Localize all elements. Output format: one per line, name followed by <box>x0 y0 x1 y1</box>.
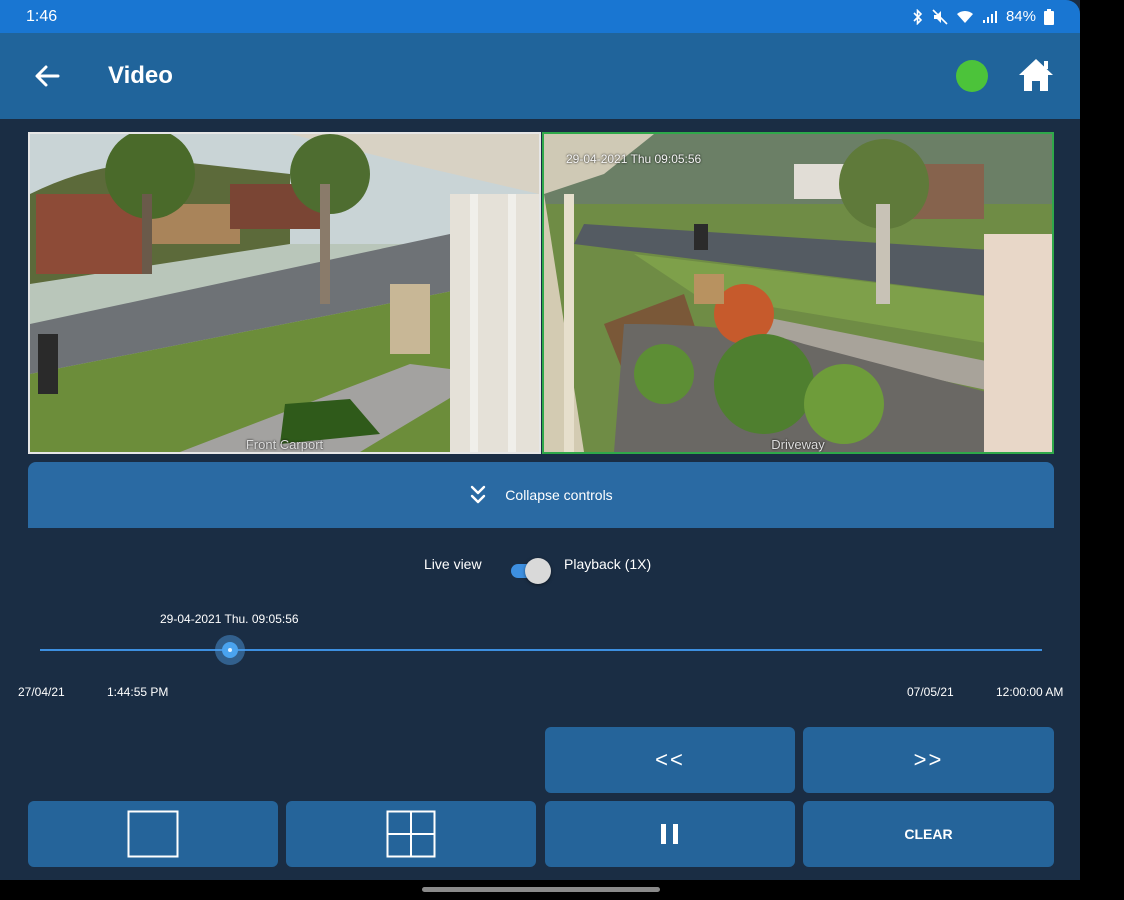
status-icons: 84% <box>912 8 1054 25</box>
range-end-date: 07/05/21 <box>907 685 954 699</box>
fast-forward-label: >> <box>913 747 944 772</box>
camera-view-driveway[interactable]: 29-04-2021 Thu 09:05:56 Driveway <box>542 132 1054 454</box>
pause-icon <box>661 824 678 844</box>
timeline-slider-fill <box>40 649 1042 651</box>
rewind-label: << <box>655 747 685 772</box>
toggle-knob <box>525 558 551 584</box>
page-title: Video <box>108 62 173 89</box>
battery-percent: 84% <box>1005 8 1036 25</box>
range-end-time: 12:00:00 AM <box>996 685 1064 699</box>
app-bar: Video <box>0 33 1080 119</box>
range-start-time: 1:44:55 PM <box>107 685 169 699</box>
camera-feed-image <box>544 134 1052 452</box>
collapse-controls-label: Collapse controls <box>505 487 613 503</box>
fast-forward-button[interactable]: >> <box>803 727 1054 793</box>
single-layout-icon <box>127 810 179 858</box>
home-icon[interactable] <box>1017 57 1055 93</box>
wifi-icon <box>956 10 974 24</box>
range-start-date: 27/04/21 <box>18 685 65 699</box>
quad-view-button[interactable] <box>286 801 536 867</box>
battery-icon <box>1044 8 1054 25</box>
camera-label: Driveway <box>771 437 825 452</box>
collapse-controls-button[interactable]: Collapse controls <box>28 462 1054 528</box>
playback-toggle[interactable] <box>509 556 553 586</box>
camera-osd-timestamp: 29-04-2021 Thu 09:05:56 <box>566 152 702 166</box>
status-time: 1:46 <box>26 7 58 25</box>
back-arrow-icon[interactable] <box>34 63 60 89</box>
camera-feed-image <box>30 134 539 452</box>
single-view-button[interactable] <box>28 801 278 867</box>
bluetooth-icon <box>912 8 924 25</box>
double-chevron-down-icon <box>471 485 486 504</box>
timeline-slider-handle[interactable] <box>215 635 246 665</box>
video-grid: Front Carport 29-04-2021 Thu 09:05:56 Dr… <box>28 132 1054 454</box>
mute-icon <box>932 8 948 25</box>
gesture-nav-handle[interactable] <box>422 887 660 892</box>
camera-label: Front Carport <box>245 437 324 452</box>
current-timestamp: 29-04-2021 Thu. 09:05:56 <box>160 612 299 626</box>
clear-label: CLEAR <box>904 826 953 842</box>
pause-button[interactable] <box>545 801 795 867</box>
timeline-slider-track[interactable] <box>40 649 1042 651</box>
clear-button[interactable]: CLEAR <box>803 801 1054 867</box>
playback-label: Playback (1X) <box>564 556 652 572</box>
camera-view-front-carport[interactable]: Front Carport <box>28 132 541 454</box>
rewind-button[interactable]: << <box>545 727 795 793</box>
app-screen: 1:46 84% Video Front Carport 29-04-2021 … <box>0 0 1080 880</box>
live-view-label: Live view <box>424 556 482 572</box>
signal-icon <box>982 10 998 24</box>
connection-status-indicator <box>956 60 988 92</box>
status-bar: 1:46 84% <box>0 0 1080 33</box>
grid-layout-icon <box>386 810 436 858</box>
view-mode-row: Live view Playback (1X) <box>0 556 1080 586</box>
